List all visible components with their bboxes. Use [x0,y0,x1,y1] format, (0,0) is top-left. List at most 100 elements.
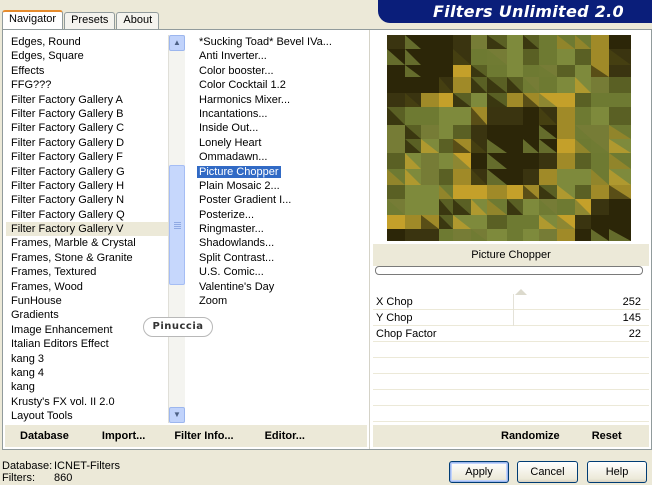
tab-strip: Navigator Presets About [2,10,160,29]
cancel-button[interactable]: Cancel [517,461,578,483]
category-item[interactable]: Frames, Marble & Crystal [6,236,168,250]
filter-item[interactable]: U.S. Comic... [195,265,345,279]
filter-item[interactable]: Lonely Heart [195,136,345,150]
main-panel: Edges, Round Edges, Square Effects FFG??? Fi… [2,29,652,454]
category-item[interactable]: Filter Factory Gallery H [6,179,168,193]
scroll-up-button[interactable]: ▲ [169,35,185,51]
param-value: 252 [622,296,641,308]
grip-line [174,228,181,229]
editor-button[interactable]: Editor... [265,430,305,442]
param-value: 22 [628,328,641,340]
category-item[interactable]: Frames, Wood [6,280,168,294]
category-item[interactable]: Frames, Textured [6,265,168,279]
chevron-up-icon: ▲ [173,38,181,47]
filter-item-label: Plain Mosaic 2... [199,179,280,192]
database-value: ICNET-Filters [54,460,120,472]
filter-item[interactable]: Posterize... [195,208,345,222]
category-item[interactable]: Filter Factory Gallery C [6,121,168,135]
category-item[interactable]: kang [6,380,168,394]
tab-navigator[interactable]: Navigator [2,10,64,29]
filter-item-label: Picture Chopper [197,165,281,178]
category-item[interactable]: FFG??? [6,78,168,92]
status-footer: Database: ICNET-Filters Filters: 860 [2,460,120,484]
filter-item-label: Posterize... [199,208,255,221]
category-list[interactable]: Edges, Round Edges, Square Effects FFG??? Fi… [6,35,168,423]
scroll-down-button[interactable]: ▼ [169,407,185,423]
brand-title: Filters Unlimited 2.0 [432,2,624,21]
category-item[interactable]: Filter Factory Gallery D [6,136,168,150]
param-empty-row [373,406,649,422]
database-label: Database: [2,460,53,472]
category-item[interactable]: Layout Tools [6,409,168,423]
param-chop-factor[interactable]: Chop Factor 22 [373,326,649,342]
preview-image [387,35,631,241]
scroll-thumb[interactable] [169,165,185,285]
filter-item[interactable]: Shadowlands... [195,236,345,250]
category-item[interactable]: Filter Factory Gallery A [6,93,168,107]
filter-item-label: U.S. Comic... [199,266,264,279]
filter-item-label: *Sucking Toad* Bevel IVa... [199,36,332,48]
param-empty-row [373,342,649,358]
category-item[interactable]: kang 4 [6,366,168,380]
progress-bar [375,266,643,275]
grip-line [174,226,181,227]
grip-line [174,224,181,225]
category-item[interactable]: Effects [6,64,168,78]
category-scrollbar[interactable]: ▲ ▼ [168,35,185,423]
slider-marker [515,289,527,295]
category-item[interactable]: Filter Factory Gallery Q [6,208,168,222]
param-x-chop[interactable]: X Chop 252 [373,294,649,310]
filter-item[interactable]: Poster Gradient I... [195,193,345,207]
param-label: Chop Factor [376,328,437,340]
category-item[interactable]: Filter Factory Gallery G [6,165,168,179]
filter-item-label: Anti Inverter... [199,50,267,63]
param-label: Y Chop [376,312,413,324]
category-item[interactable]: Filter Factory Gallery N [6,193,168,207]
filter-item-label: Ommadawn... [199,151,268,164]
category-item[interactable]: Filter Factory Gallery V [6,222,168,237]
category-item[interactable]: Krusty's FX vol. II 2.0 [6,395,168,409]
apply-button[interactable]: Apply [449,461,509,483]
randomize-button[interactable]: Randomize [501,430,560,442]
category-item[interactable]: Frames, Stone & Granite [6,251,168,265]
list-toolbar: Database Import... Filter Info... Editor… [5,425,367,447]
filter-item[interactable]: Zoom [195,294,345,308]
filter-list[interactable]: *Sucking Toad* Bevel IVa... Anti Inverter… [195,35,345,423]
filter-item[interactable]: Inside Out... [195,121,345,135]
filter-item-label: Split Contrast... [199,251,275,264]
category-item[interactable]: Filter Factory Gallery B [6,107,168,121]
import-button[interactable]: Import... [102,430,145,442]
database-button[interactable]: Database [20,430,69,442]
filter-item[interactable]: Ringmaster... [195,222,345,236]
filter-item-label: Lonely Heart [199,136,262,149]
category-item[interactable]: Italian Editors Effect [6,337,168,351]
filter-item-label: Valentine's Day [199,280,275,293]
filter-item-label: Poster Gradient I... [199,194,292,207]
filter-item[interactable]: Plain Mosaic 2... [195,179,345,193]
reset-button[interactable]: Reset [592,430,622,442]
filter-item[interactable]: *Sucking Toad* Bevel IVa... [195,35,345,49]
filter-info-button[interactable]: Filter Info... [174,430,233,442]
category-item[interactable]: Edges, Square [6,49,168,63]
param-y-chop[interactable]: Y Chop 145 [373,310,649,326]
param-label: X Chop [376,296,413,308]
filter-item[interactable]: Valentine's Day [195,280,345,294]
tab-about[interactable]: About [116,12,160,29]
filter-item[interactable]: Picture Chopper [195,165,345,179]
category-item[interactable]: Filter Factory Gallery F [6,150,168,164]
filter-item[interactable]: Split Contrast... [195,251,345,265]
panel-divider [369,30,370,449]
filter-item[interactable]: Incantations... [195,107,345,121]
filter-item[interactable]: Harmonics Mixer... [195,93,345,107]
tab-presets[interactable]: Presets [64,12,116,29]
help-button[interactable]: Help [587,461,647,483]
slider-tick [513,294,514,310]
filter-item[interactable]: Anti Inverter... [195,49,345,63]
filter-item[interactable]: Ommadawn... [195,150,345,164]
category-item[interactable]: kang 3 [6,352,168,366]
category-item[interactable]: FunHouse [6,294,168,308]
preview-toolbar: Randomize Reset [373,425,649,447]
category-item[interactable]: Edges, Round [6,35,168,49]
filter-item[interactable]: Color Cocktail 1.2 [195,78,345,92]
filter-item[interactable]: Color booster... [195,64,345,78]
